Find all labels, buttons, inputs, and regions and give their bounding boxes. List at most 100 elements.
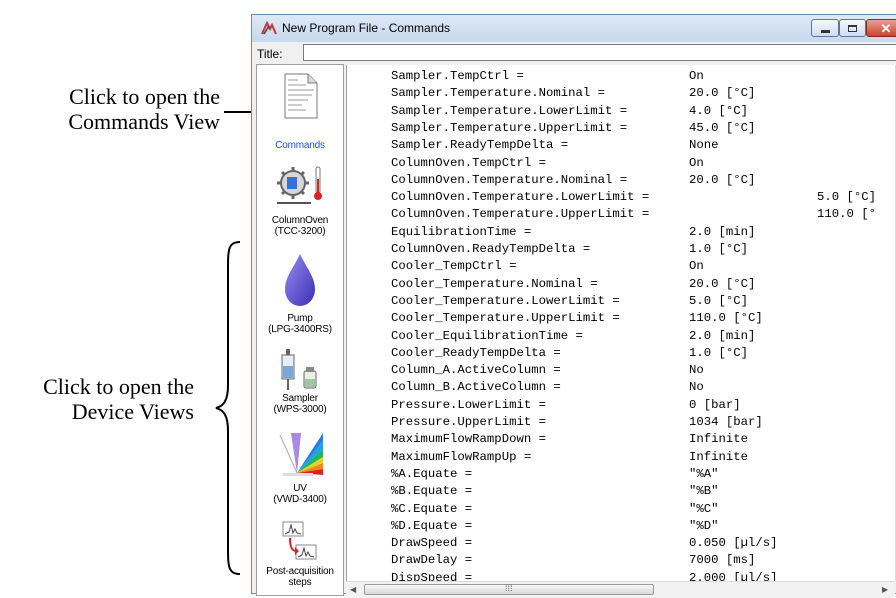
command-row[interactable]: Cooler_Temperature.LowerLimit = 5.0 [°C] [347,294,896,309]
title-input[interactable] [303,44,896,61]
command-row[interactable]: DrawSpeed = 0.050 [µl/s] [347,536,896,551]
command-value: 0.050 [µl/s] [689,536,778,551]
command-row[interactable]: ColumnOven.ReadyTempDelta = 1.0 [°C] [347,242,896,257]
command-row[interactable]: Cooler_ReadyTempDelta = 1.0 [°C] [347,346,896,361]
title-bar[interactable]: New Program File - Commands ✕ [252,15,896,42]
commands-listing[interactable]: Sampler.TempCtrl = On Sampler.Temperature.… [346,65,896,581]
command-name: DrawDelay = [391,553,473,568]
command-row[interactable]: Sampler.Temperature.LowerLimit = 4.0 [°C] [347,104,896,119]
command-row[interactable]: Cooler_Temperature.Nominal = 20.0 [°C] [347,277,896,292]
command-value: 0 [bar] [689,397,741,412]
command-value: "%D" [689,518,719,533]
command-name: Pressure.LowerLimit = [391,397,546,412]
command-name: Sampler.Temperature.LowerLimit = [391,103,628,118]
command-name: Column_B.ActiveColumn = [391,380,561,395]
command-name: ColumnOven.Temperature.Nominal = [391,172,628,187]
command-name: DrawSpeed = [391,536,473,551]
sidebar-item-sampler[interactable]: Sampler (WPS-3000) [257,349,343,423]
command-row[interactable]: %D.Equate = "%D" [347,519,896,534]
command-row[interactable]: ColumnOven.Temperature.UpperLimit = 110.0… [347,207,896,222]
command-value: 20.0 [°C] [689,276,756,291]
command-value: "%C" [689,501,719,516]
command-row[interactable]: Sampler.Temperature.Nominal = 20.0 [°C] [347,86,896,101]
command-row[interactable]: MaximumFlowRampUp = Infinite [347,450,896,465]
command-name: Cooler_EquilibrationTime = [391,328,583,343]
command-name: %A.Equate = [391,466,473,481]
command-row[interactable]: Cooler_Temperature.UpperLimit = 110.0 [°C… [347,311,896,326]
command-row[interactable]: Sampler.Temperature.UpperLimit = 45.0 [°C… [347,121,896,136]
sidebar-item-label: Sampler (WPS-3000) [273,393,327,415]
program-file-icon [261,20,277,35]
sampler-syringe-icon [281,349,317,390]
command-value: 110.0 [° [817,207,877,222]
command-value: 45.0 [°C] [689,120,756,135]
maximize-icon [848,24,857,32]
command-row[interactable]: Sampler.TempCtrl = On [347,69,896,84]
command-value: 5.0 [°C] [817,190,877,205]
column-oven-icon [277,166,322,204]
commands-view-callout: Click to open the Commands View [68,84,220,134]
command-value: Infinite [689,432,749,447]
sidebar-item-pump[interactable]: Pump (LPG-3400RS) [257,251,343,341]
command-value: 2.000 [µl/s] [689,570,778,581]
sidebar-item-commands[interactable]: Commands [257,71,343,159]
view-sidebar: Commands ColumnOven (TCC-3200) Pump (LPG… [256,64,344,596]
command-row[interactable]: MaximumFlowRampDown = Infinite [347,432,896,447]
pump-drop-icon [285,254,315,306]
command-name: Cooler_Temperature.LowerLimit = [391,293,620,308]
command-name: Cooler_ReadyTempDelta = [391,345,561,360]
scroll-right-icon[interactable]: ▶ [882,585,888,594]
commands-document-icon [284,73,318,119]
device-views-callout: Click to open the Device Views [43,374,194,424]
command-row[interactable]: Cooler_EquilibrationTime = 2.0 [min] [347,329,896,344]
command-row[interactable]: Column_B.ActiveColumn = No [347,380,896,395]
command-row[interactable]: DispSpeed = 2.000 [µl/s] [347,571,896,581]
horizontal-scrollbar[interactable]: ◀ ⁞⁞⁞ ▶ [346,581,895,598]
command-row[interactable]: %C.Equate = "%C" [347,502,896,517]
command-value: No [689,380,704,395]
sidebar-item-label: ColumnOven (TCC-3200) [271,215,329,237]
title-row: Title: [252,42,896,64]
command-name: %D.Equate = [391,518,473,533]
horizontal-scroll-thumb[interactable]: ⁞⁞⁞ [364,583,654,595]
command-value: None [689,138,719,153]
command-row[interactable]: Pressure.UpperLimit = 1034 [bar] [347,415,896,430]
command-value: 4.0 [°C] [689,103,749,118]
minimize-icon [820,29,830,33]
command-name: %C.Equate = [391,501,473,516]
command-value: 110.0 [°C] [689,311,763,326]
sidebar-item-uv[interactable]: UV (VWD-3400) [257,431,343,511]
command-value: 5.0 [°C] [689,293,749,308]
command-row[interactable]: DrawDelay = 7000 [ms] [347,553,896,568]
maximize-button[interactable] [839,19,866,37]
command-row[interactable]: ColumnOven.TempCtrl = On [347,156,896,171]
command-row[interactable]: %B.Equate = "%B" [347,484,896,499]
command-name: Sampler.ReadyTempDelta = [391,138,569,153]
post-acquisition-icon [282,521,317,560]
command-row[interactable]: %A.Equate = "%A" [347,467,896,482]
command-value: 7000 [ms] [689,553,756,568]
curly-brace [215,241,241,575]
command-name: ColumnOven.TempCtrl = [391,155,546,170]
sidebar-item-label: UV (VWD-3400) [273,483,327,505]
command-row[interactable]: ColumnOven.Temperature.Nominal = 20.0 [°C… [347,173,896,188]
command-name: Cooler_Temperature.UpperLimit = [391,311,620,326]
sidebar-item-column-oven[interactable]: ColumnOven (TCC-3200) [257,163,343,243]
command-row[interactable]: ColumnOven.Temperature.LowerLimit = 5.0 [… [347,190,896,205]
close-button[interactable]: ✕ [866,19,896,37]
sidebar-item-post-acquisition[interactable]: Post-acquisition steps [257,521,343,597]
command-value: 2.0 [min] [689,224,756,239]
scroll-left-icon[interactable]: ◀ [350,585,356,594]
command-row[interactable]: EquilibrationTime = 2.0 [min] [347,225,896,240]
command-row[interactable]: Cooler_TempCtrl = On [347,259,896,274]
command-name: Cooler_TempCtrl = [391,259,517,274]
window-title: New Program File - Commands [282,21,451,35]
command-row[interactable]: Column_A.ActiveColumn = No [347,363,896,378]
command-row[interactable]: Pressure.LowerLimit = 0 [bar] [347,398,896,413]
command-value: 20.0 [°C] [689,86,756,101]
minimize-button[interactable] [811,19,839,37]
command-value: On [689,155,704,170]
command-row[interactable]: Sampler.ReadyTempDelta = None [347,138,896,153]
command-name: EquilibrationTime = [391,224,532,239]
command-name: Pressure.UpperLimit = [391,415,546,429]
